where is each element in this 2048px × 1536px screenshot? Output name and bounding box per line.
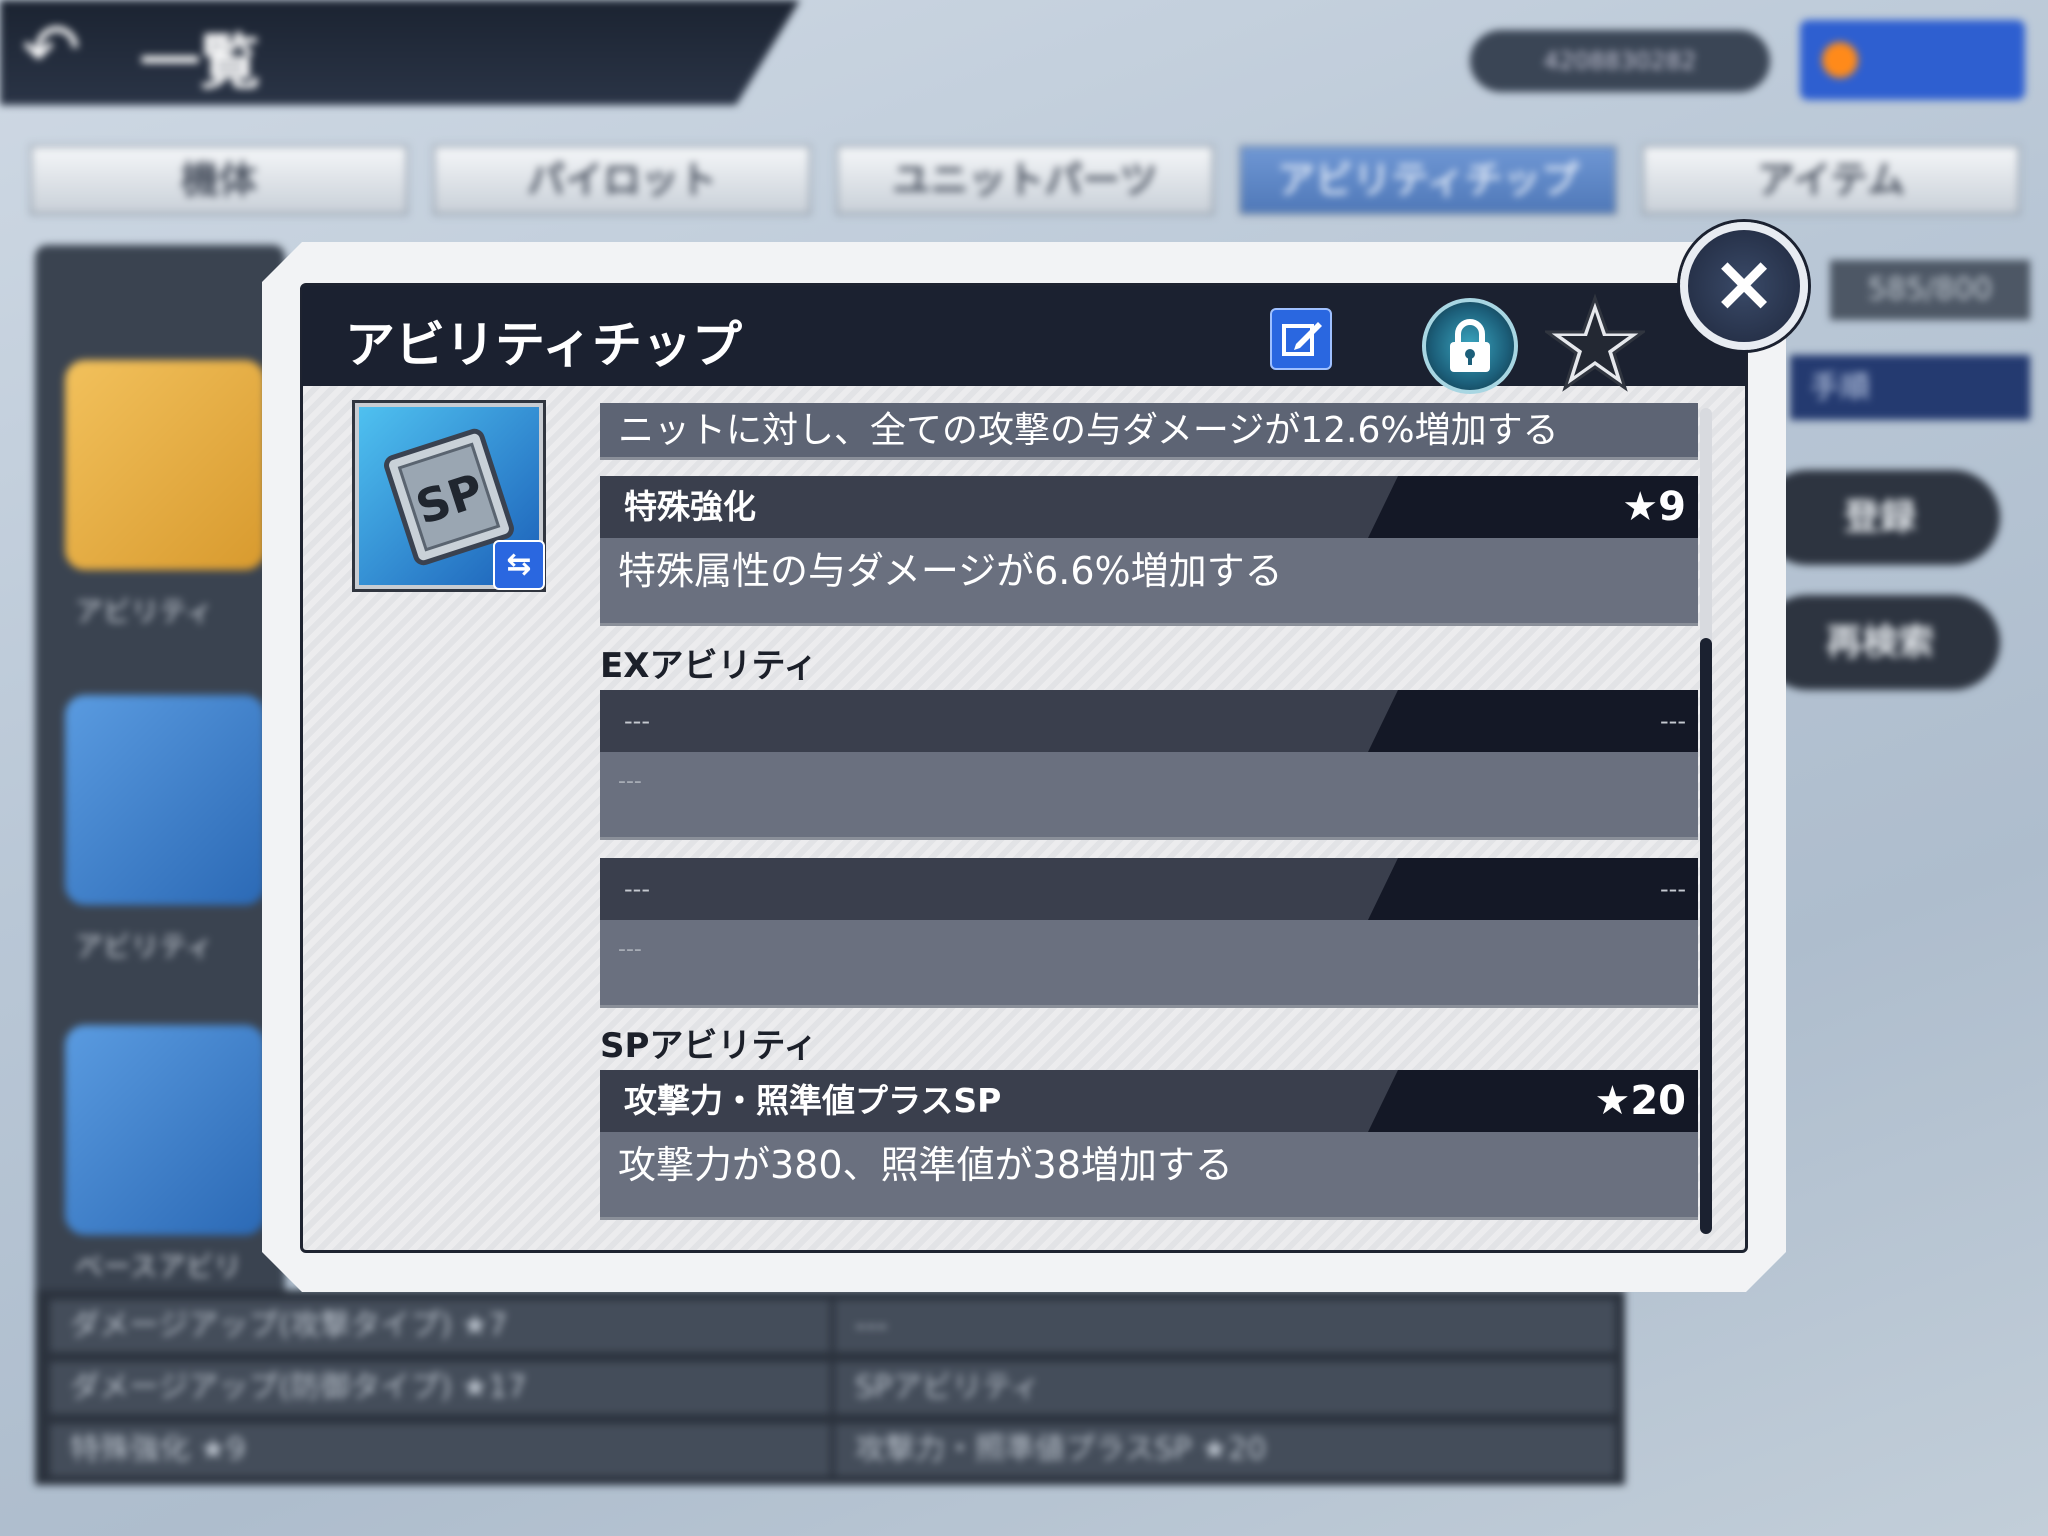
ability-rank: ---	[1660, 875, 1686, 903]
close-button[interactable]: ×	[1680, 222, 1808, 350]
currency-panel[interactable]	[1800, 20, 2025, 100]
ability-description: 特殊属性の与ダメージが6.6%増加する	[600, 538, 1698, 626]
sp-ability-row: 攻撃力・照準値プラスSP ★20 攻撃力が380、照準値が38増加する	[600, 1070, 1698, 1220]
chip-list: アビリティ アビリティ ベースアビリ	[35, 245, 285, 1385]
ability-name: ---	[624, 875, 650, 903]
ability-header: --- ---	[600, 858, 1698, 920]
base-ability-row: 特殊強化 ★9 特殊属性の与ダメージが6.6%増加する	[600, 476, 1698, 626]
ex-ability-label: EXアビリティ	[600, 646, 818, 686]
page-title: 一覧	[140, 28, 260, 98]
right-actions: 登録 再検索	[1760, 255, 2030, 690]
chip-card[interactable]	[65, 1025, 265, 1235]
list-item: 攻撃力・照準値プラスSP ★20	[835, 1424, 1615, 1476]
back-arrow-icon[interactable]: ↶	[22, 14, 81, 84]
ability-name: ---	[624, 707, 650, 735]
scrollbar-thumb[interactable]	[1700, 638, 1712, 1234]
ability-header: 攻撃力・照準値プラスSP ★20	[600, 1070, 1698, 1132]
ability-description: ---	[600, 920, 1698, 1008]
tab-unit[interactable]: 機体	[30, 145, 408, 215]
ability-header: --- ---	[600, 690, 1698, 752]
list-item: ダメージアップ(攻撃タイプ) ★7	[50, 1300, 830, 1352]
chip-card-caption: アビリティ	[75, 595, 214, 628]
edit-button[interactable]	[1270, 308, 1332, 370]
star-icon[interactable]	[1545, 292, 1645, 402]
category-tabs: 機体 パイロット ユニットパーツ アビリティチップ アイテム	[30, 145, 2020, 215]
swap-icon[interactable]: ⇆	[493, 540, 545, 590]
ability-rank: ★20	[1594, 1078, 1686, 1124]
ex-ability-row: --- --- ---	[600, 858, 1698, 1008]
chip-card[interactable]	[65, 360, 265, 570]
list-item: ダメージアップ(防御タイプ) ★17	[50, 1362, 830, 1414]
edit-icon	[1282, 322, 1322, 356]
ability-scroll-area[interactable]: ニットに対し、全ての攻撃の与ダメージが12.6%増加する 特殊強化 ★9 特殊属…	[600, 403, 1698, 1233]
lock-button[interactable]	[1422, 298, 1518, 394]
ability-header: 特殊強化 ★9	[600, 476, 1698, 538]
ability-description: 攻撃力が380、照準値が38増加する	[600, 1132, 1698, 1220]
ability-rank: ---	[1660, 707, 1686, 735]
ability-description: ---	[600, 752, 1698, 840]
scrollbar[interactable]	[1700, 408, 1712, 1234]
player-id-badge: 4208830282	[1470, 30, 1770, 92]
lock-icon	[1450, 319, 1490, 372]
chip-card[interactable]	[65, 695, 265, 905]
tab-item[interactable]: アイテム	[1642, 145, 2020, 215]
chip-card-caption: ベースアビリ	[75, 1250, 242, 1283]
coin-icon	[1822, 42, 1858, 78]
ex-ability-row: --- --- ---	[600, 690, 1698, 840]
chip-card-caption: アビリティ	[75, 930, 214, 963]
list-item: ---	[835, 1300, 1615, 1352]
tab-unit-parts[interactable]: ユニットパーツ	[836, 145, 1214, 215]
research-button[interactable]: 再検索	[1760, 595, 2000, 690]
ability-name: 攻撃力・照準値プラスSP	[624, 1081, 1002, 1120]
sp-ability-label: SPアビリティ	[600, 1026, 818, 1066]
list-item: 特殊強化 ★9	[50, 1424, 830, 1476]
dialog-title: アビリティチップ	[345, 316, 742, 374]
register-button[interactable]: 登録	[1760, 470, 2000, 565]
top-bar: ↶ 一覧	[0, 0, 800, 105]
tab-pilot[interactable]: パイロット	[433, 145, 811, 215]
ability-description: ニットに対し、全ての攻撃の与ダメージが12.6%増加する	[600, 403, 1698, 460]
ability-summary-list: ダメージアップ(攻撃タイプ) ★7 ダメージアップ(防御タイプ) ★17 特殊強…	[35, 1290, 1625, 1485]
ability-name: 特殊強化	[624, 487, 756, 526]
list-item: SPアビリティ	[835, 1362, 1615, 1414]
ability-rank: ★9	[1622, 484, 1686, 530]
tab-ability-chip[interactable]: アビリティチップ	[1239, 145, 1617, 215]
